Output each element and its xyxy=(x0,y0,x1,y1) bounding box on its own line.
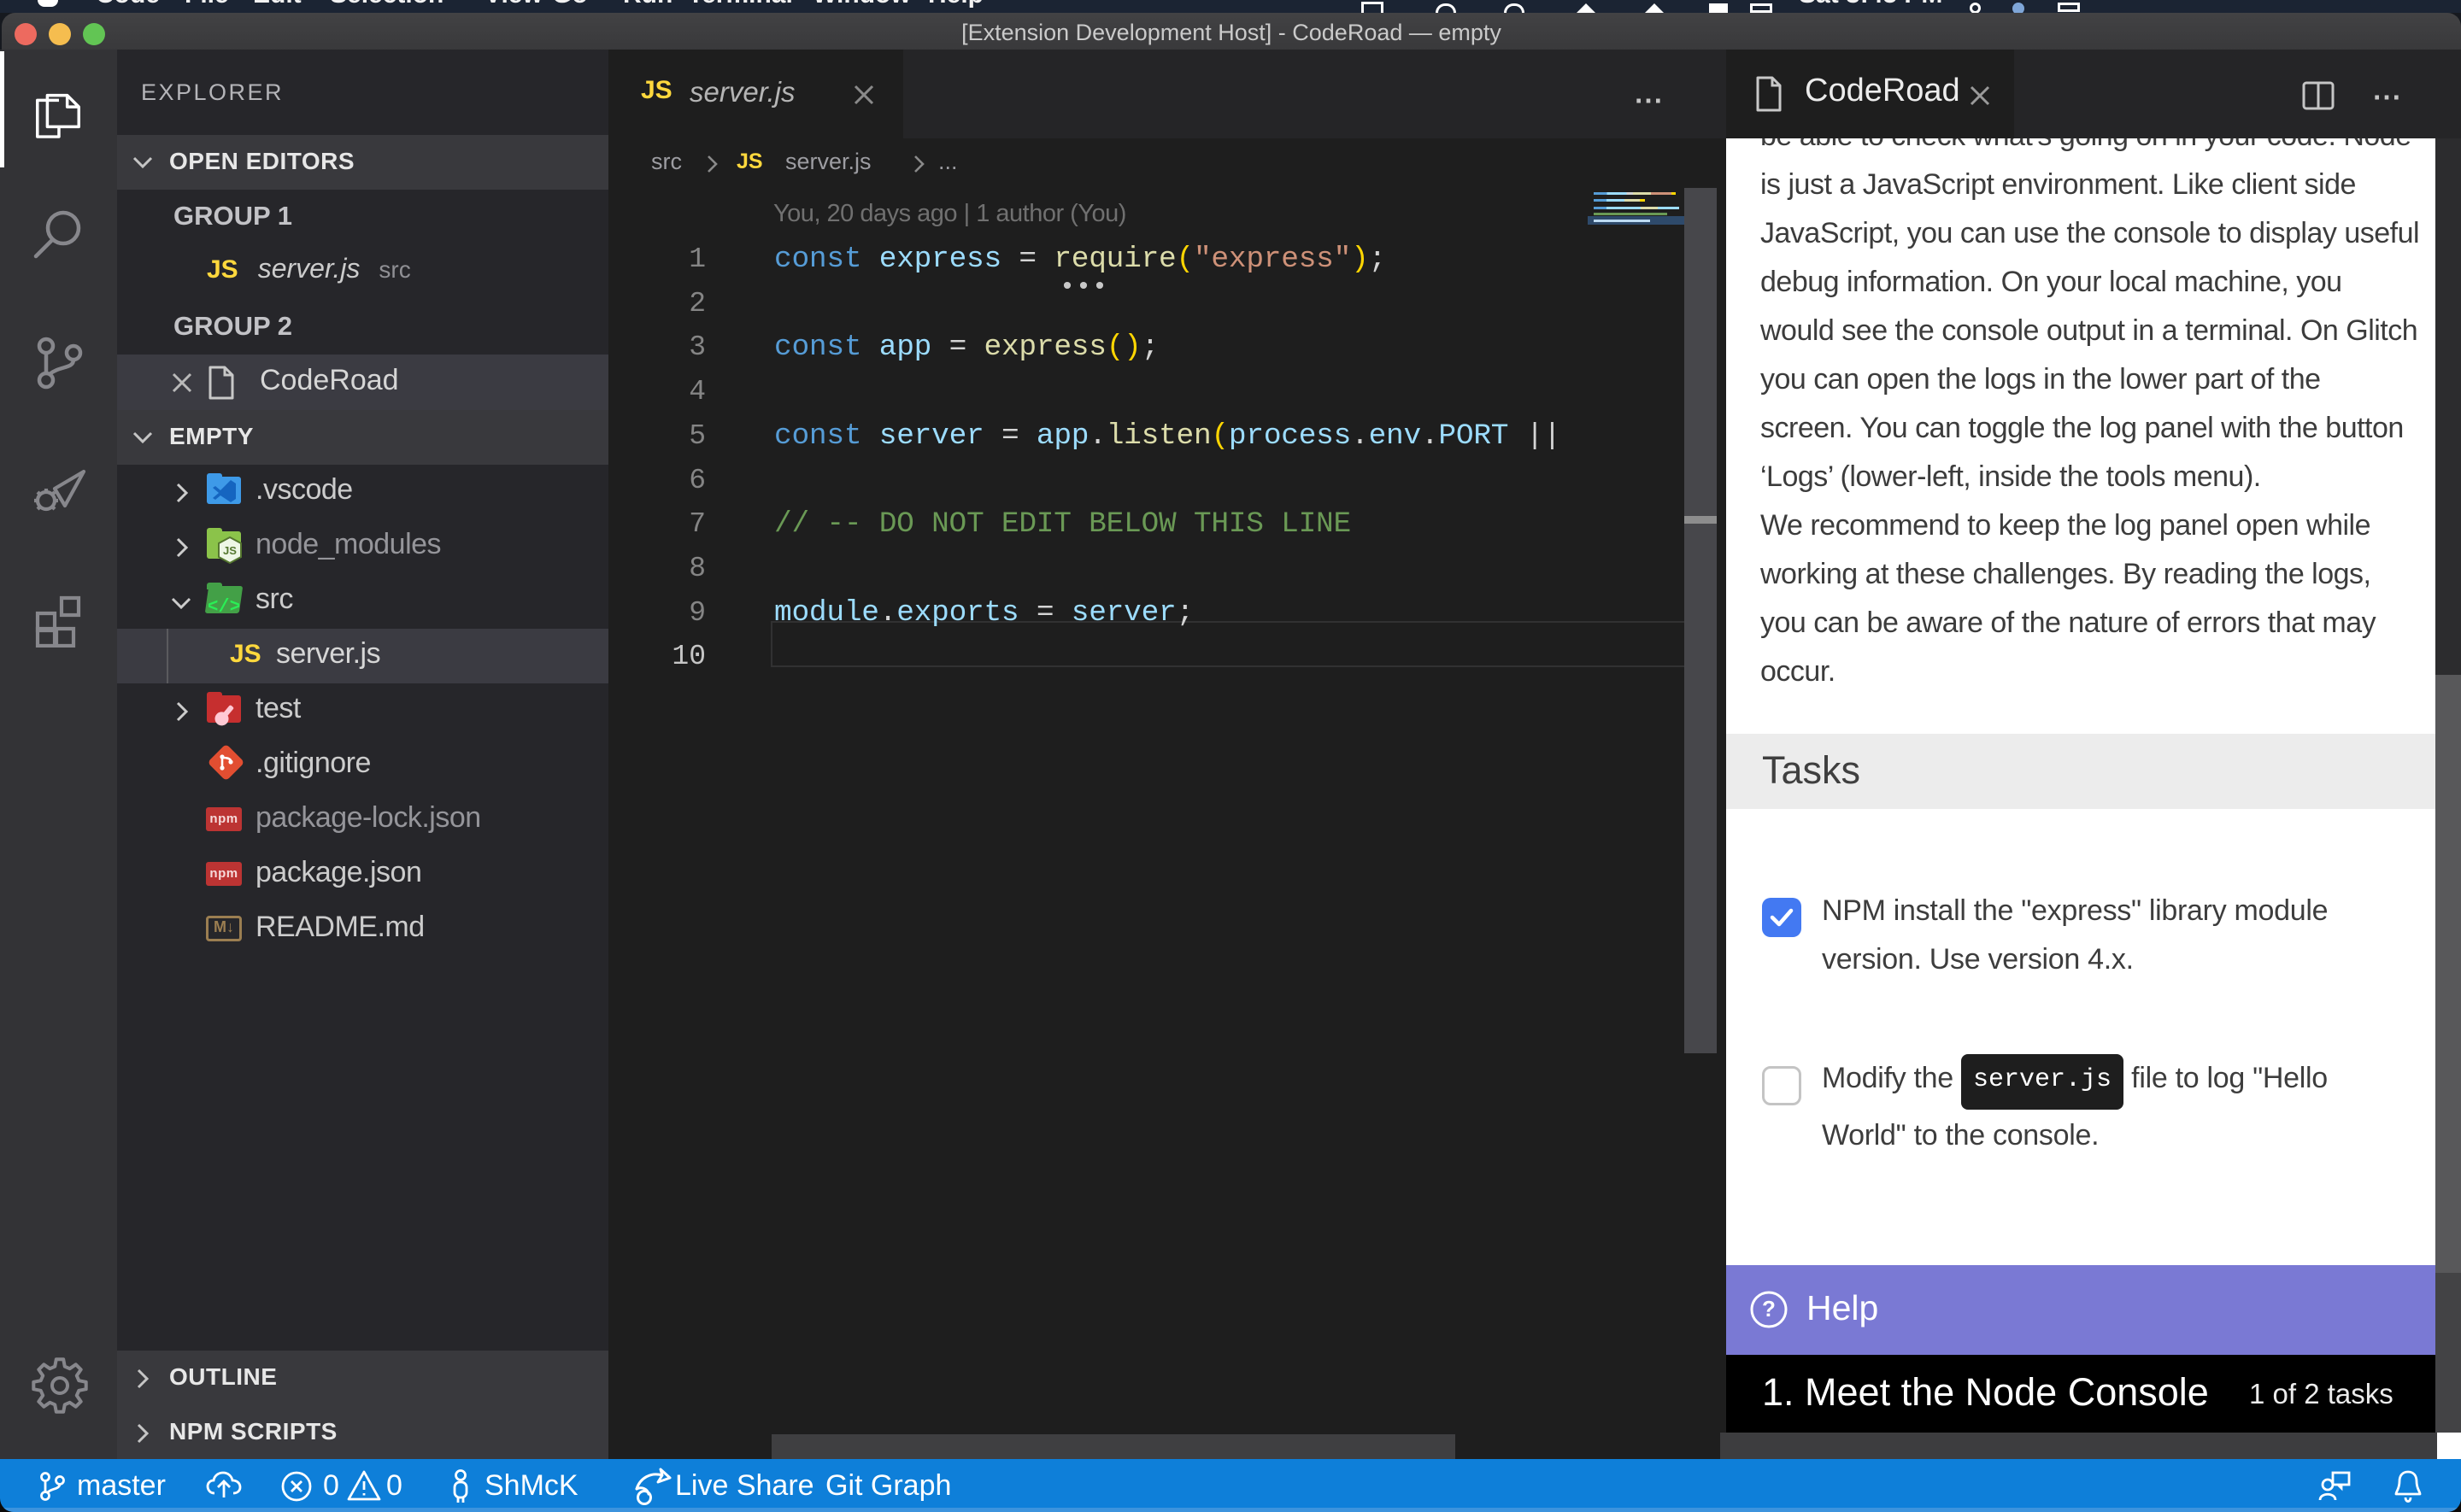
svg-text:</>: </> xyxy=(209,596,239,617)
svg-text:?: ? xyxy=(1762,1296,1776,1322)
svg-text:JS: JS xyxy=(223,544,237,557)
